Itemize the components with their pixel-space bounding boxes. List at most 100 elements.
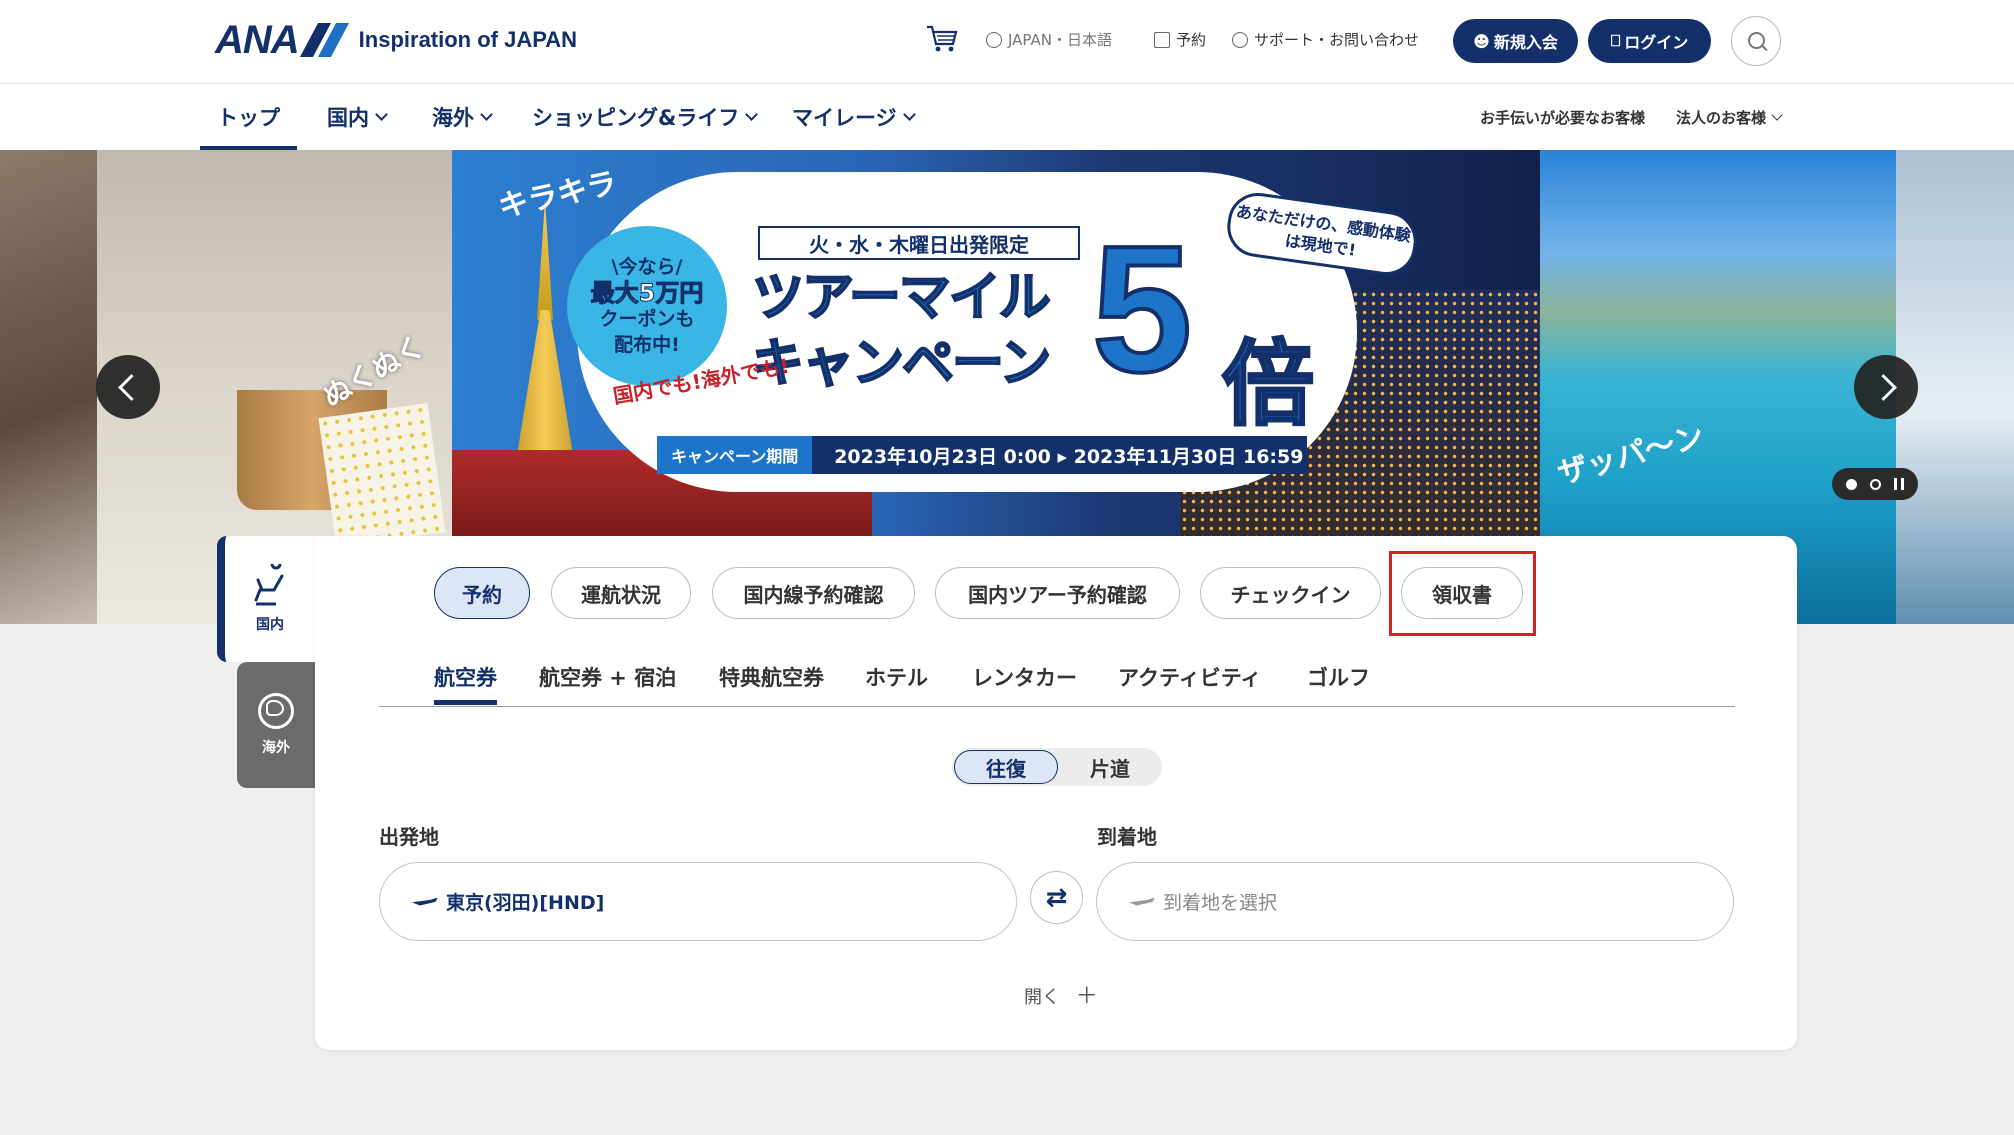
side-tab-international[interactable]: 海外: [237, 662, 315, 788]
arrival-label: 到着地: [1097, 825, 1157, 849]
campaign-title: ツアーマイル キャンペーン: [751, 265, 1112, 397]
chevron-down-icon: [1771, 108, 1783, 121]
badge-line: \今なら/: [611, 256, 683, 278]
site-header: ANA Inspiration of JAPAN JAPAN・日本語 予約 サポ…: [0, 0, 2014, 84]
trip-oneway-option[interactable]: 片道: [1060, 750, 1160, 784]
subtab-golf[interactable]: ゴルフ: [1307, 662, 1370, 692]
seat-icon: [254, 564, 284, 606]
swap-icon: ⇄: [1045, 882, 1068, 913]
subtab-activity[interactable]: アクティビティ: [1118, 662, 1261, 692]
plane-icon: [412, 897, 438, 906]
arrival-field[interactable]: 到着地を選択: [1096, 862, 1734, 941]
slide-prev-edge[interactable]: [0, 150, 97, 624]
campaign-multiplier: 5: [1090, 209, 1194, 410]
nav-label: マイレージ: [792, 106, 897, 130]
tab-label: 国内線予約確認: [743, 582, 884, 607]
search-button[interactable]: [1731, 16, 1781, 66]
subtab-label: レンタカー: [972, 666, 1077, 690]
badge-line: 配布中!: [614, 334, 680, 356]
reserve-link[interactable]: 予約: [1154, 29, 1206, 50]
expand-options-button[interactable]: 開く ＋: [1024, 978, 1098, 1010]
chevron-down-icon: [745, 107, 759, 121]
nav-label: 国内: [327, 106, 369, 130]
support-label: サポート・お問い合わせ: [1254, 31, 1420, 49]
carousel-dot-2[interactable]: [1870, 478, 1881, 490]
nav-item-top[interactable]: トップ: [200, 84, 297, 150]
chevron-down-icon: [480, 107, 493, 121]
logo-tagline: Inspiration of JAPAN: [358, 27, 578, 52]
trip-type-toggle: 往復 片道: [952, 748, 1162, 786]
language-selector[interactable]: JAPAN・日本語: [986, 29, 1112, 50]
campaign-title-line: キャンペーン: [751, 333, 1052, 395]
receipt-highlight-box: [1389, 551, 1536, 636]
nav-item-shopping[interactable]: ショッピング&ライフ: [532, 84, 759, 150]
tab-label: 国内ツアー予約確認: [968, 582, 1147, 607]
campaign-period: キャンペーン期間 2023年10月23日 0:00 ▸ 2023年11月30日 …: [657, 436, 1307, 474]
tab-check-in[interactable]: チェックイン: [1200, 567, 1381, 619]
logo-wordmark: ANA: [215, 17, 300, 62]
campaign-multiplier-suffix: 倍: [1220, 330, 1315, 440]
nav-item-mileage[interactable]: マイレージ: [792, 84, 916, 150]
globe-icon: [986, 31, 1002, 48]
login-label: ログイン: [1624, 33, 1689, 52]
nav-label: ショッピング&ライフ: [532, 106, 740, 130]
towel-image: [318, 402, 446, 548]
expand-label: 開く: [1024, 987, 1060, 1008]
subtab-flight-hotel[interactable]: 航空券 + 宿泊: [539, 662, 676, 692]
nav-corporate-link[interactable]: 法人のお客様: [1676, 84, 1783, 150]
chevron-down-icon: [902, 107, 916, 121]
trip-round-option[interactable]: 往復: [954, 750, 1058, 784]
subtab-rental-car[interactable]: レンタカー: [972, 662, 1077, 692]
nav-item-international[interactable]: 海外: [432, 84, 493, 150]
carousel-prev-button[interactable]: [96, 355, 160, 419]
tab-reservation[interactable]: 予約: [434, 567, 530, 619]
subtab-award-ticket[interactable]: 特典航空券: [719, 662, 824, 692]
departure-label: 出発地: [379, 825, 439, 849]
subtab-label: アクティビティ: [1118, 666, 1262, 690]
swap-button[interactable]: ⇄: [1030, 871, 1083, 924]
subtab-label: 特典航空券: [719, 666, 824, 690]
tab-label: 運航状況: [581, 582, 661, 607]
nav-assist-link[interactable]: お手伝いが必要なお客様: [1480, 84, 1645, 150]
subtab-label: ホテル: [865, 666, 928, 690]
plus-icon: ＋: [1075, 984, 1098, 1009]
carousel-dot-1[interactable]: [1846, 478, 1857, 490]
side-tab-label: 海外: [262, 740, 290, 756]
support-link[interactable]: サポート・お問い合わせ: [1232, 29, 1419, 50]
corporate-label: 法人のお客様: [1676, 108, 1767, 127]
slide-beach-caption: ザッパ〜ン: [1553, 419, 1708, 492]
carousel-next-button[interactable]: [1854, 355, 1918, 419]
reserve-label: 予約: [1176, 31, 1207, 49]
coupon-badge: \今なら/ 最大5万円 クーポンも 配布中!: [567, 226, 727, 386]
nav-item-domestic[interactable]: 国内: [327, 84, 388, 150]
badge-line: クーポンも: [599, 308, 695, 330]
pause-icon[interactable]: [1894, 478, 1904, 490]
subtab-label: 航空券 + 宿泊: [539, 666, 677, 690]
side-tab-label: 国内: [256, 617, 284, 633]
tab-flight-status[interactable]: 運航状況: [551, 567, 691, 619]
globe-icon: [258, 693, 294, 729]
signup-button[interactable]: ☻ 新規入会: [1453, 19, 1578, 63]
logo-stripes-icon: [299, 23, 349, 57]
side-tab-domestic[interactable]: 国内: [217, 536, 315, 662]
carousel-controls: [1832, 468, 1918, 500]
departure-field[interactable]: 東京(羽田)[HND]: [379, 862, 1017, 941]
tab-label: 予約: [462, 582, 502, 607]
arrival-placeholder: 到着地を選択: [1163, 892, 1278, 914]
tab-domestic-tour-check[interactable]: 国内ツアー予約確認: [935, 567, 1180, 619]
subtab-label: 航空券: [434, 666, 497, 690]
subtab-hotel[interactable]: ホテル: [865, 662, 928, 692]
login-button[interactable]: ⎕ ログイン: [1588, 19, 1711, 63]
badge-line: 最大5万円: [590, 279, 704, 307]
period-dates: 2023年10月23日 0:00 ▸ 2023年11月30日 16:59: [834, 445, 1304, 468]
cart-icon[interactable]: [926, 24, 958, 54]
subtab-flight[interactable]: 航空券: [434, 662, 497, 705]
departure-days-label: 火・水・木曜日出発限定: [758, 226, 1080, 260]
tab-domestic-reservation-check[interactable]: 国内線予約確認: [712, 567, 915, 619]
main-nav: トップ 国内 海外 ショッピング&ライフ マイレージ お手伝いが必要なお客様 法…: [0, 84, 2014, 150]
assist-label: お手伝いが必要なお客様: [1480, 108, 1646, 127]
help-icon: [1232, 31, 1248, 48]
ana-logo[interactable]: ANA Inspiration of JAPAN: [215, 17, 578, 62]
login-icon: ⎕: [1610, 31, 1621, 50]
departure-value: 東京(羽田)[HND]: [446, 892, 605, 914]
